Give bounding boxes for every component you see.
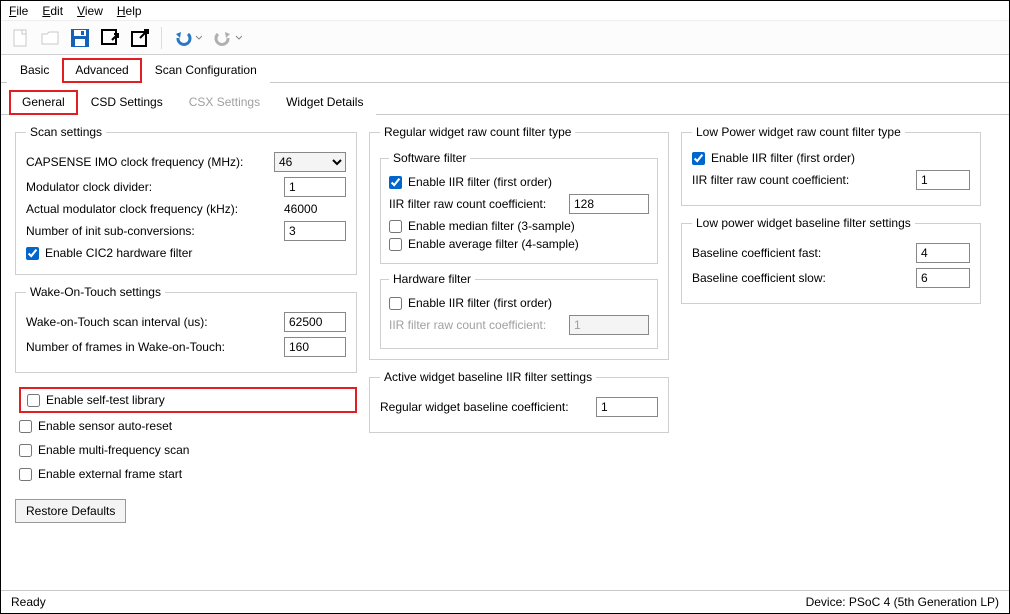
autoreset-checkbox[interactable] <box>19 420 32 433</box>
status-right: Device: PSoC 4 (5th Generation LP) <box>806 595 999 609</box>
secondary-tabs: General CSD Settings CSX Settings Widget… <box>1 89 1009 115</box>
menu-view[interactable]: View <box>77 4 103 18</box>
open-file-button[interactable] <box>37 25 63 51</box>
software-filter-group: Software filter Enable IIR filter (first… <box>380 151 658 264</box>
wot-group: Wake-On-Touch settings Wake-on-Touch sca… <box>15 285 357 373</box>
misc-checkbox-group: Enable self-test library Enable sensor a… <box>15 383 357 489</box>
sw-iir-coef-input[interactable] <box>569 194 649 214</box>
cic2-checkbox[interactable] <box>26 247 39 260</box>
primary-tabs: Basic Advanced Scan Configuration <box>1 57 1009 83</box>
menu-help[interactable]: Help <box>117 4 142 18</box>
hw-iir-coef-input <box>569 315 649 335</box>
mod-divider-label: Modulator clock divider: <box>26 180 276 194</box>
lp-iir-coef-input[interactable] <box>916 170 970 190</box>
hardware-filter-legend: Hardware filter <box>389 272 475 286</box>
regular-filter-legend: Regular widget raw count filter type <box>380 125 575 139</box>
tab-general[interactable]: General <box>9 90 78 115</box>
imo-label: CAPSENSE IMO clock frequency (MHz): <box>26 155 266 169</box>
average-label: Enable average filter (4-sample) <box>408 237 579 251</box>
sw-iir-checkbox[interactable] <box>389 176 402 189</box>
baseline-fast-label: Baseline coefficient fast: <box>692 246 908 260</box>
status-left: Ready <box>11 595 46 609</box>
status-bar: Ready Device: PSoC 4 (5th Generation LP) <box>1 590 1009 613</box>
wot-frames-input[interactable] <box>284 337 346 357</box>
reg-baseline-coef-label: Regular widget baseline coefficient: <box>380 400 588 414</box>
tab-basic[interactable]: Basic <box>7 58 62 83</box>
lp-iir-label: Enable IIR filter (first order) <box>711 151 855 165</box>
import-button[interactable] <box>97 25 123 51</box>
median-label: Enable median filter (3-sample) <box>408 219 575 233</box>
sw-iir-label: Enable IIR filter (first order) <box>408 175 552 189</box>
selftest-label: Enable self-test library <box>46 393 165 407</box>
baseline-slow-input[interactable] <box>916 268 970 288</box>
scan-settings-legend: Scan settings <box>26 125 106 139</box>
multifreq-label: Enable multi-frequency scan <box>38 443 189 457</box>
hw-iir-checkbox[interactable] <box>389 297 402 310</box>
save-button[interactable] <box>67 25 93 51</box>
baseline-slow-label: Baseline coefficient slow: <box>692 271 908 285</box>
scan-settings-group: Scan settings CAPSENSE IMO clock frequen… <box>15 125 357 275</box>
autoreset-label: Enable sensor auto-reset <box>38 419 172 433</box>
selftest-highlight-box: Enable self-test library <box>19 387 357 413</box>
active-baseline-legend: Active widget baseline IIR filter settin… <box>380 370 596 384</box>
undo-button[interactable] <box>170 25 206 51</box>
lp-baseline-legend: Low power widget baseline filter setting… <box>692 216 915 230</box>
baseline-fast-input[interactable] <box>916 243 970 263</box>
cic2-label: Enable CIC2 hardware filter <box>45 246 192 260</box>
regular-filter-group: Regular widget raw count filter type Sof… <box>369 125 669 360</box>
init-subconv-input[interactable] <box>284 221 346 241</box>
menu-edit[interactable]: Edit <box>42 4 63 18</box>
actual-freq-value: 46000 <box>284 202 346 216</box>
extframe-label: Enable external frame start <box>38 467 182 481</box>
software-filter-legend: Software filter <box>389 151 470 165</box>
tab-widget-details[interactable]: Widget Details <box>273 90 376 115</box>
selftest-checkbox[interactable] <box>27 394 40 407</box>
reg-baseline-coef-input[interactable] <box>596 397 658 417</box>
lp-filter-group: Low Power widget raw count filter type E… <box>681 125 981 206</box>
init-subconv-label: Number of init sub-conversions: <box>26 224 276 238</box>
lp-iir-coef-label: IIR filter raw count coefficient: <box>692 173 908 187</box>
extframe-checkbox[interactable] <box>19 468 32 481</box>
tab-csx-settings: CSX Settings <box>176 90 273 115</box>
tab-csd-settings[interactable]: CSD Settings <box>78 90 176 115</box>
lp-iir-checkbox[interactable] <box>692 152 705 165</box>
toolbar <box>1 21 1009 55</box>
imo-select[interactable]: 46 <box>274 152 346 172</box>
hw-iir-label: Enable IIR filter (first order) <box>408 296 552 310</box>
sw-iir-coef-label: IIR filter raw count coefficient: <box>389 197 561 211</box>
wot-legend: Wake-On-Touch settings <box>26 285 165 299</box>
menu-file[interactable]: File <box>9 4 28 18</box>
lp-filter-legend: Low Power widget raw count filter type <box>692 125 905 139</box>
menu-bar: File Edit View Help <box>1 1 1009 21</box>
lp-baseline-group: Low power widget baseline filter setting… <box>681 216 981 304</box>
active-baseline-group: Active widget baseline IIR filter settin… <box>369 370 669 433</box>
tab-scan-configuration[interactable]: Scan Configuration <box>142 58 270 83</box>
redo-button[interactable] <box>210 25 246 51</box>
multifreq-checkbox[interactable] <box>19 444 32 457</box>
hw-iir-coef-label: IIR filter raw count coefficient: <box>389 318 561 332</box>
hardware-filter-group: Hardware filter Enable IIR filter (first… <box>380 272 658 349</box>
wot-frames-label: Number of frames in Wake-on-Touch: <box>26 340 276 354</box>
content-area: Scan settings CAPSENSE IMO clock frequen… <box>1 115 1009 590</box>
wot-interval-label: Wake-on-Touch scan interval (us): <box>26 315 276 329</box>
tab-advanced[interactable]: Advanced <box>62 58 141 83</box>
mod-divider-input[interactable] <box>284 177 346 197</box>
median-checkbox[interactable] <box>389 220 402 233</box>
new-file-button[interactable] <box>7 25 33 51</box>
wot-interval-input[interactable] <box>284 312 346 332</box>
average-checkbox[interactable] <box>389 238 402 251</box>
actual-freq-label: Actual modulator clock frequency (kHz): <box>26 202 276 216</box>
export-button[interactable] <box>127 25 153 51</box>
restore-defaults-button[interactable]: Restore Defaults <box>15 499 126 523</box>
